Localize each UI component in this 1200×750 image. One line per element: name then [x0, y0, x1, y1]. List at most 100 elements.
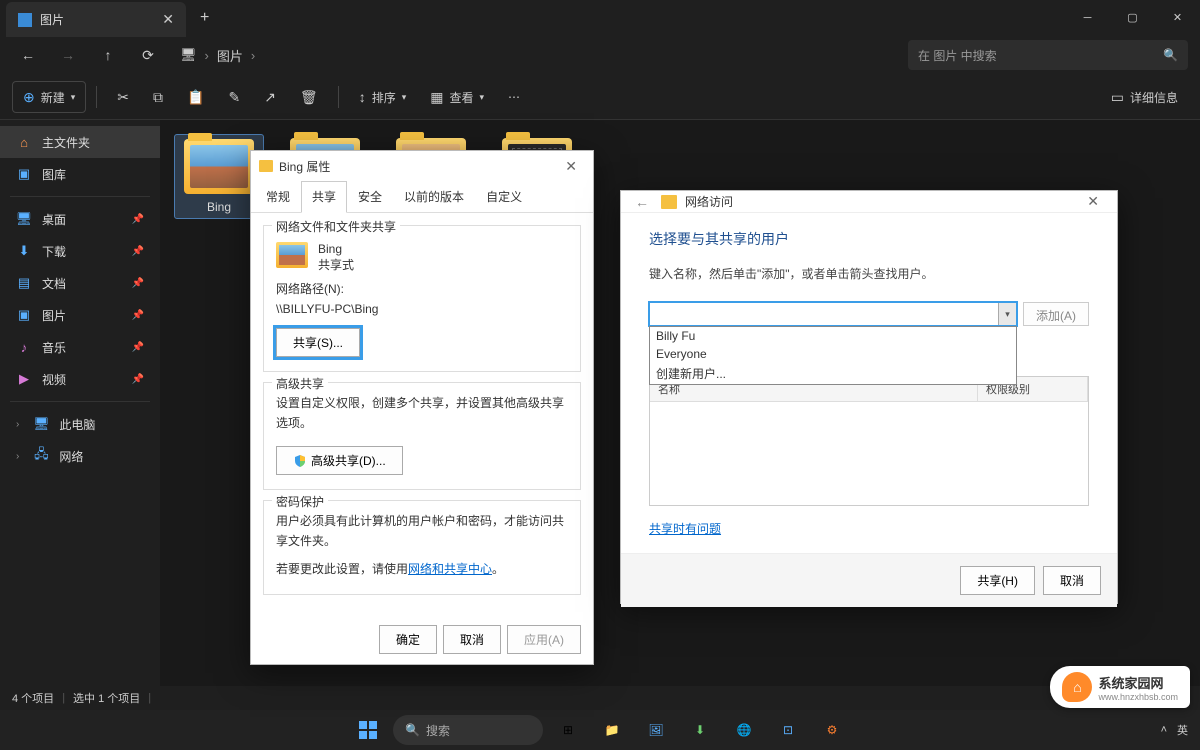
tab-close-icon[interactable]: ✕ [162, 11, 174, 28]
minimize-button[interactable]: ─ [1065, 0, 1110, 35]
sidebar-item-desktop[interactable]: 🖥桌面📌 [0, 203, 160, 235]
breadcrumb[interactable]: 🖥 › 图片 › [180, 46, 255, 65]
taskbar-app[interactable]: 🌐 [725, 714, 763, 746]
cancel-button[interactable]: 取消 [1043, 566, 1101, 595]
share-button[interactable]: 共享(S)... [276, 328, 360, 357]
network-center-link[interactable]: 网络和共享中心 [408, 562, 492, 576]
close-button[interactable]: ✕ [1079, 191, 1107, 212]
details-button[interactable]: ▭ 详细信息 [1101, 81, 1188, 113]
search-input[interactable]: 在 图片 中搜索 🔍 [908, 40, 1188, 70]
status-items: 4 个项目 [12, 690, 54, 706]
tab-pictures[interactable]: 图片 ✕ [6, 2, 186, 37]
share-button[interactable]: ↗ [254, 81, 286, 113]
delete-button[interactable]: 🗑 [290, 81, 328, 113]
taskbar-app[interactable]: ⬇ [681, 714, 719, 746]
desktop-icon: 🖥 [16, 211, 32, 227]
status-selected: 选中 1 个项目 [73, 690, 140, 706]
expand-icon[interactable]: › [16, 451, 19, 462]
taskbar-app[interactable]: 🖼 [637, 714, 675, 746]
dialog-title: Bing 属性 [279, 158, 330, 175]
pin-icon: 📌 [132, 246, 144, 257]
network-access-dialog: ← 网络访问 ✕ 选择要与其共享的用户 键入名称，然后单击"添加"，或者单击箭头… [620, 190, 1118, 604]
watermark-url: www.hnzxhbsb.com [1098, 692, 1178, 702]
tab-icon [18, 13, 32, 27]
sidebar-item-music[interactable]: ♪音乐📌 [0, 331, 160, 363]
share-status: 共享式 [318, 256, 354, 273]
tab-sharing[interactable]: 共享 [301, 181, 347, 213]
breadcrumb-item[interactable]: 图片 [217, 46, 243, 65]
tab-customize[interactable]: 自定义 [475, 181, 533, 212]
user-combobox[interactable]: ▾ Billy Fu Everyone 创建新用户... [649, 302, 1017, 326]
copy-button[interactable]: ⧉ [143, 81, 173, 113]
dialog-titlebar[interactable]: ← 网络访问 ✕ [621, 191, 1117, 213]
expand-icon[interactable]: › [16, 419, 19, 430]
copy-icon: ⧉ [153, 89, 163, 106]
dropdown-item[interactable]: 创建新用户... [650, 363, 1016, 384]
sidebar-item-network[interactable]: ›🖧网络 [0, 440, 160, 472]
maximize-button[interactable]: ▢ [1110, 0, 1155, 35]
search-icon: 🔍 [405, 723, 420, 737]
chevron-icon: › [251, 48, 255, 63]
up-button[interactable]: ↑ [92, 39, 124, 71]
dropdown-item[interactable]: Billy Fu [650, 327, 1016, 345]
group-title: 密码保护 [272, 493, 328, 510]
path-label: 网络路径(N): [276, 279, 568, 299]
taskbar-app[interactable]: ⚙ [813, 714, 851, 746]
close-button[interactable]: ✕ [1155, 0, 1200, 35]
chevron-down-icon: ▾ [71, 92, 76, 103]
cancel-button[interactable]: 取消 [443, 625, 501, 654]
taskbar-app[interactable]: ⊡ [769, 714, 807, 746]
tab-security[interactable]: 安全 [347, 181, 393, 212]
share-button[interactable]: 共享(H) [960, 566, 1035, 595]
more-button[interactable]: ⋯ [498, 81, 530, 113]
sidebar-item-gallery[interactable]: ▣图库 [0, 158, 160, 190]
sidebar-item-home[interactable]: ⌂主文件夹 [0, 126, 160, 158]
user-input[interactable] [649, 302, 1017, 326]
forward-button[interactable]: → [52, 39, 84, 71]
new-tab-button[interactable]: + [186, 9, 223, 27]
dropdown-button[interactable]: ▾ [998, 303, 1016, 325]
taskbar-app[interactable]: 📁 [593, 714, 631, 746]
tray-chevron-icon[interactable]: ˄ [1161, 724, 1167, 736]
rename-button[interactable]: ✎ [218, 81, 250, 113]
ime-indicator[interactable]: 英 [1177, 722, 1188, 738]
sidebar-item-thispc[interactable]: ›🖥此电脑 [0, 408, 160, 440]
trouble-link[interactable]: 共享时有问题 [649, 522, 721, 536]
tab-general[interactable]: 常规 [255, 181, 301, 212]
paste-button[interactable]: 📋 [177, 81, 214, 113]
start-button[interactable] [349, 714, 387, 746]
dialog-titlebar[interactable]: Bing 属性 ✕ [251, 151, 593, 181]
refresh-button[interactable]: ⟳ [132, 39, 164, 71]
view-button[interactable]: ▦ 查看 ▾ [420, 81, 494, 113]
user-dropdown: Billy Fu Everyone 创建新用户... [649, 326, 1017, 385]
close-button[interactable]: ✕ [557, 156, 585, 177]
taskview-button[interactable]: ⊞ [549, 714, 587, 746]
sidebar-item-pictures[interactable]: ▣图片📌 [0, 299, 160, 331]
dropdown-item[interactable]: Everyone [650, 345, 1016, 363]
add-button[interactable]: 添加(A) [1023, 302, 1089, 326]
back-button[interactable]: ← [12, 39, 44, 71]
new-button[interactable]: ⊕ 新建 ▾ [12, 81, 86, 113]
folder-icon [276, 242, 308, 268]
tab-previous[interactable]: 以前的版本 [393, 181, 475, 212]
path-value: \\BILLYFU-PC\Bing [276, 299, 568, 319]
navbar: ← → ↑ ⟳ 🖥 › 图片 › 在 图片 中搜索 🔍 [0, 35, 1200, 75]
cut-icon: ✂ [117, 89, 129, 106]
ok-button[interactable]: 确定 [379, 625, 437, 654]
view-icon: ▦ [430, 89, 443, 106]
taskbar-search[interactable]: 🔍搜索 [393, 715, 543, 745]
details-icon: ▭ [1111, 89, 1124, 106]
sidebar-item-downloads[interactable]: ⬇下载📌 [0, 235, 160, 267]
back-button[interactable]: ← [631, 194, 653, 210]
advanced-share-button[interactable]: 高级共享(D)... [276, 446, 403, 475]
net-heading: 选择要与其共享的用户 [649, 229, 1089, 249]
sidebar-item-documents[interactable]: ▤文档📌 [0, 267, 160, 299]
sort-button[interactable]: ↕ 排序 ▾ [349, 81, 417, 113]
toolbar: ⊕ 新建 ▾ ✂ ⧉ 📋 ✎ ↗ 🗑 ↕ 排序 ▾ ▦ 查看 ▾ ⋯ ▭ 详细信… [0, 75, 1200, 120]
apply-button[interactable]: 应用(A) [507, 625, 581, 654]
folder-icon [259, 160, 273, 172]
cut-button[interactable]: ✂ [107, 81, 139, 113]
sidebar-item-videos[interactable]: ▶视频📌 [0, 363, 160, 395]
sidebar: ⌂主文件夹 ▣图库 🖥桌面📌 ⬇下载📌 ▤文档📌 ▣图片📌 ♪音乐📌 ▶视频📌 … [0, 120, 160, 686]
home-icon: ⌂ [16, 135, 32, 150]
